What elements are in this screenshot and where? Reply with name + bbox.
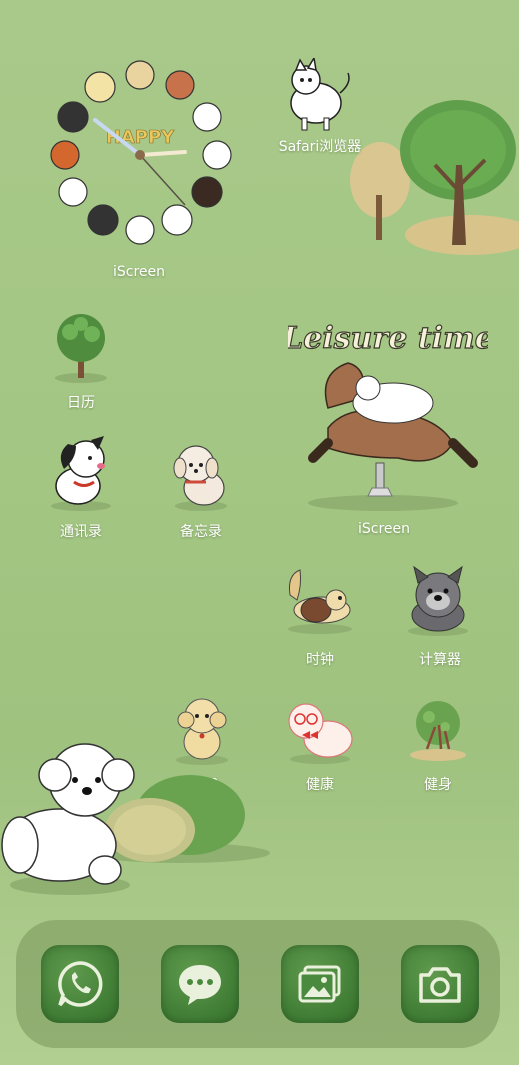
dog-clock-face: HAPPY — [50, 60, 232, 245]
poodle-bush-decoration — [1, 743, 270, 895]
leisure-widget[interactable]: Leisure time — [281, 318, 494, 513]
leisure-title: Leisure time — [288, 321, 488, 356]
safari-app[interactable] — [278, 55, 358, 133]
clock-widget-label: iScreen — [112, 264, 166, 280]
fitness-label: 健身 — [424, 777, 452, 793]
health-app[interactable] — [282, 697, 358, 765]
calendar-app[interactable] — [48, 310, 114, 385]
clock-label: 时钟 — [306, 652, 334, 668]
bush-fitness-icon — [410, 701, 466, 761]
dock-messages-button[interactable] — [161, 945, 239, 1023]
message-icon — [179, 965, 221, 1005]
contacts-label: 通讯录 — [60, 524, 102, 540]
calculator-app[interactable] — [402, 565, 474, 637]
dock-photos-button[interactable] — [281, 945, 359, 1023]
dog-contacts-icon — [51, 436, 111, 511]
photos-icon — [298, 965, 341, 1003]
notes-label: 备忘录 — [180, 524, 222, 540]
dog-calculator-icon — [408, 565, 468, 636]
fitness-app[interactable] — [407, 697, 469, 763]
contacts-app[interactable] — [46, 434, 116, 512]
dock-camera-button[interactable] — [401, 945, 479, 1023]
clock-widget[interactable]: HAPPY — [45, 55, 235, 250]
tree-calendar-icon — [55, 314, 107, 383]
clock-app[interactable] — [282, 565, 358, 635]
dock-phone-button[interactable] — [41, 945, 119, 1023]
phone-icon — [58, 961, 103, 1007]
health-label: 健康 — [306, 777, 334, 793]
leisure-widget-label: iScreen — [357, 521, 411, 537]
dog-clock-icon — [288, 569, 352, 634]
safari-label: Safari浏览器 — [278, 139, 362, 155]
dog-notes-icon — [173, 445, 227, 511]
calculator-label: 计算器 — [419, 652, 461, 668]
poodle-health-icon — [288, 703, 353, 764]
rocking-horse-widget: Leisure time — [281, 320, 494, 511]
dog-safari-icon — [290, 55, 350, 131]
camera-icon — [419, 967, 461, 1003]
background-trees — [350, 100, 519, 255]
notes-app[interactable] — [168, 438, 234, 512]
calendar-label: 日历 — [67, 395, 95, 411]
